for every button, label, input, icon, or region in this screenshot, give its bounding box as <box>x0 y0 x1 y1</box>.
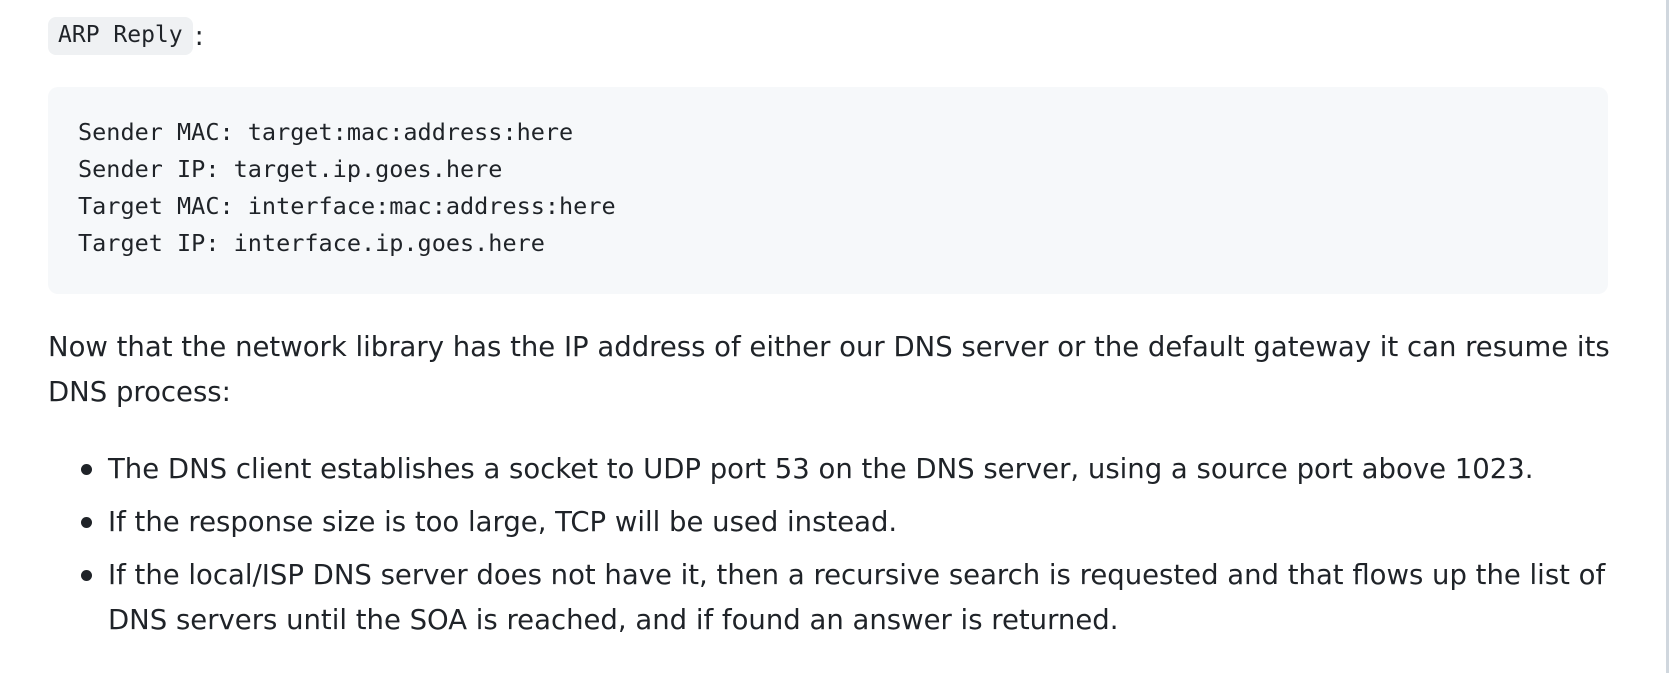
bullet-icon <box>81 464 92 475</box>
body-paragraph: Now that the network library has the IP … <box>48 331 1610 408</box>
list-item: The DNS client establishes a socket to U… <box>48 447 1618 492</box>
label-colon: : <box>194 20 204 52</box>
inline-code-arp-reply: ARP Reply <box>48 17 193 55</box>
bullet-icon <box>81 570 92 581</box>
bullet-icon <box>81 517 92 528</box>
list-item: If the local/ISP DNS server does not hav… <box>48 553 1618 643</box>
document-content: ARP Reply: Sender MAC: target:mac:addres… <box>48 0 1610 636</box>
list-item-text: The DNS client establishes a socket to U… <box>108 453 1534 485</box>
list-item-text: If the response size is too large, TCP w… <box>108 506 898 538</box>
section-label: ARP Reply: <box>48 16 1608 56</box>
bullet-list: The DNS client establishes a socket to U… <box>48 447 1618 651</box>
list-item-text: If the local/ISP DNS server does not hav… <box>108 559 1606 636</box>
code-line: Target MAC: interface:mac:address:here <box>78 192 616 220</box>
code-block: Sender MAC: target:mac:address:here Send… <box>48 87 1608 294</box>
code-line: Target IP: interface.ip.goes.here <box>78 229 545 257</box>
code-line: Sender IP: target.ip.goes.here <box>78 155 503 183</box>
code-line: Sender MAC: target:mac:address:here <box>78 118 574 146</box>
list-item: If the response size is too large, TCP w… <box>48 500 1618 545</box>
